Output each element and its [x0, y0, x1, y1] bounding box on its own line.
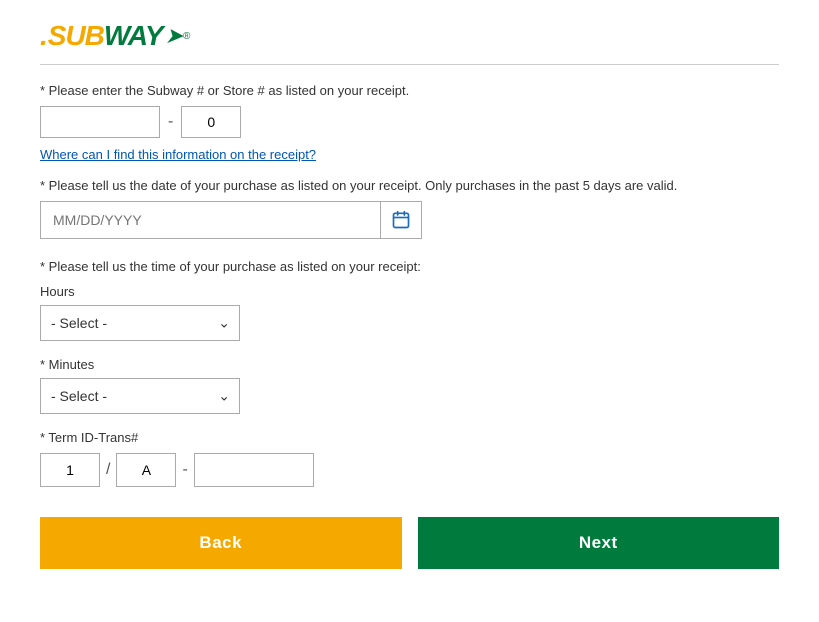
- term-trans-letter-input[interactable]: [116, 453, 176, 487]
- store-section-label: * Please enter the Subway # or Store # a…: [40, 83, 779, 98]
- help-link[interactable]: Where can I find this information on the…: [40, 147, 316, 162]
- logo-way: WAY: [104, 20, 163, 52]
- hours-select-wrapper: - Select - 1 2 3 4 5 6 7 8 9 10 11 12 ⌄: [40, 305, 240, 341]
- term-trans-number-input[interactable]: [194, 453, 314, 487]
- term-section: * Term ID-Trans# / -: [40, 430, 779, 487]
- term-id-input[interactable]: [40, 453, 100, 487]
- calendar-icon: [391, 210, 411, 230]
- date-input[interactable]: [40, 201, 380, 239]
- minutes-label: * Minutes: [40, 357, 779, 372]
- hours-select[interactable]: - Select - 1 2 3 4 5 6 7 8 9 10 11 12: [40, 305, 240, 341]
- store-number-input[interactable]: [40, 106, 160, 138]
- back-button[interactable]: Back: [40, 517, 402, 569]
- store-sub-number-input[interactable]: [181, 106, 241, 138]
- logo-registered-icon: ®: [183, 31, 190, 42]
- page-container: . SUB WAY ➤ ® * Please enter the Subway …: [0, 0, 819, 609]
- logo-arrow-icon: ➤: [165, 23, 183, 49]
- term-dash-separator: -: [182, 461, 187, 479]
- term-row: / -: [40, 453, 779, 487]
- logo-sub: SUB: [48, 20, 104, 52]
- minutes-select[interactable]: - Select - 00 15 30 45: [40, 378, 240, 414]
- next-button[interactable]: Next: [418, 517, 780, 569]
- store-separator: -: [168, 113, 173, 131]
- time-section: * Please tell us the time of your purcha…: [40, 259, 779, 414]
- subway-logo: . SUB WAY ➤ ®: [40, 20, 779, 52]
- term-section-label: * Term ID-Trans#: [40, 430, 779, 445]
- store-row: -: [40, 106, 779, 138]
- date-section: * Please tell us the date of your purcha…: [40, 178, 779, 239]
- term-slash-separator: /: [106, 461, 110, 479]
- logo-area: . SUB WAY ➤ ®: [40, 20, 779, 65]
- date-section-label: * Please tell us the date of your purcha…: [40, 178, 779, 193]
- calendar-button[interactable]: [380, 201, 422, 239]
- minutes-select-wrapper: - Select - 00 15 30 45 ⌄: [40, 378, 240, 414]
- button-row: Back Next: [40, 517, 779, 569]
- logo-dot: .: [40, 20, 48, 52]
- hours-label: Hours: [40, 284, 779, 299]
- time-section-label: * Please tell us the time of your purcha…: [40, 259, 779, 274]
- date-row: [40, 201, 779, 239]
